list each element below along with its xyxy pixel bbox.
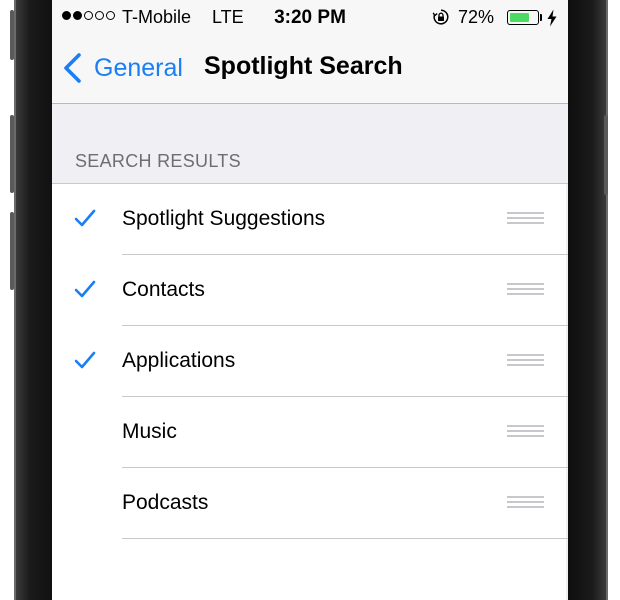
reorder-handle-bar — [507, 501, 544, 503]
page-title: Spotlight Search — [204, 52, 403, 80]
device: T-Mobile LTE 3:20 PM 72% General Spotlig… — [0, 0, 620, 600]
mute-switch — [10, 10, 14, 60]
reorder-handle-bar — [507, 359, 544, 361]
checkmark-icon — [74, 351, 96, 369]
checkmark-icon — [74, 280, 96, 298]
reorder-handle-bar — [507, 496, 544, 498]
reorder-handle-bar — [507, 506, 544, 508]
device-bezel-left — [14, 0, 56, 600]
list-item-label: Spotlight Suggestions — [122, 207, 326, 230]
battery-tip — [540, 14, 542, 21]
volume-up-button — [10, 115, 14, 193]
list-item[interactable]: Music — [52, 397, 568, 468]
reorder-handle-bar — [507, 212, 544, 214]
list-item-label: Contacts — [122, 278, 205, 301]
lightning-bolt-icon — [547, 9, 557, 27]
screen: T-Mobile LTE 3:20 PM 72% General Spotlig… — [52, 0, 568, 600]
checkmark-icon — [74, 209, 96, 227]
reorder-handle-bar — [507, 435, 544, 437]
section-header: SEARCH RESULTS — [75, 151, 241, 171]
search-results-list: Spotlight Suggestions Contacts Application… — [52, 183, 568, 600]
reorder-handle-bar — [507, 288, 544, 290]
chevron-left-icon — [64, 53, 81, 83]
device-bezel-right — [568, 0, 608, 600]
reorder-handle-icon[interactable] — [507, 496, 544, 510]
reorder-handle-bar — [507, 222, 544, 224]
navigation-bar: General Spotlight Search — [52, 36, 568, 104]
reorder-handle-bar — [507, 425, 544, 427]
reorder-handle-bar — [507, 283, 544, 285]
reorder-handle-bar — [507, 217, 544, 219]
back-button-label: General — [94, 53, 183, 82]
battery-percentage: 72% — [458, 7, 495, 27]
power-button — [604, 115, 608, 195]
reorder-handle-icon[interactable] — [507, 425, 544, 439]
list-item[interactable]: Spotlight Suggestions — [52, 184, 568, 255]
status-bar: T-Mobile LTE 3:20 PM 72% — [52, 0, 568, 36]
row-separator — [122, 538, 568, 539]
reorder-handle-bar — [507, 293, 544, 295]
reorder-handle-bar — [507, 354, 544, 356]
reorder-handle-icon[interactable] — [507, 283, 544, 297]
list-item-label: Podcasts — [122, 491, 209, 514]
reorder-handle-bar — [507, 430, 544, 432]
back-button[interactable]: General — [62, 50, 183, 86]
orientation-lock-icon — [432, 9, 449, 25]
reorder-handle-icon[interactable] — [507, 354, 544, 368]
volume-down-button — [10, 212, 14, 290]
list-item[interactable]: Contacts — [52, 255, 568, 326]
reorder-handle-bar — [507, 364, 544, 366]
reorder-handle-icon[interactable] — [507, 212, 544, 226]
battery-level-fill — [510, 13, 529, 22]
list-item-label: Applications — [122, 349, 236, 372]
list-item[interactable]: Podcasts — [52, 468, 568, 539]
battery-icon — [507, 10, 539, 25]
list-item-label: Music — [122, 420, 177, 443]
list-item[interactable]: Applications — [52, 326, 568, 397]
